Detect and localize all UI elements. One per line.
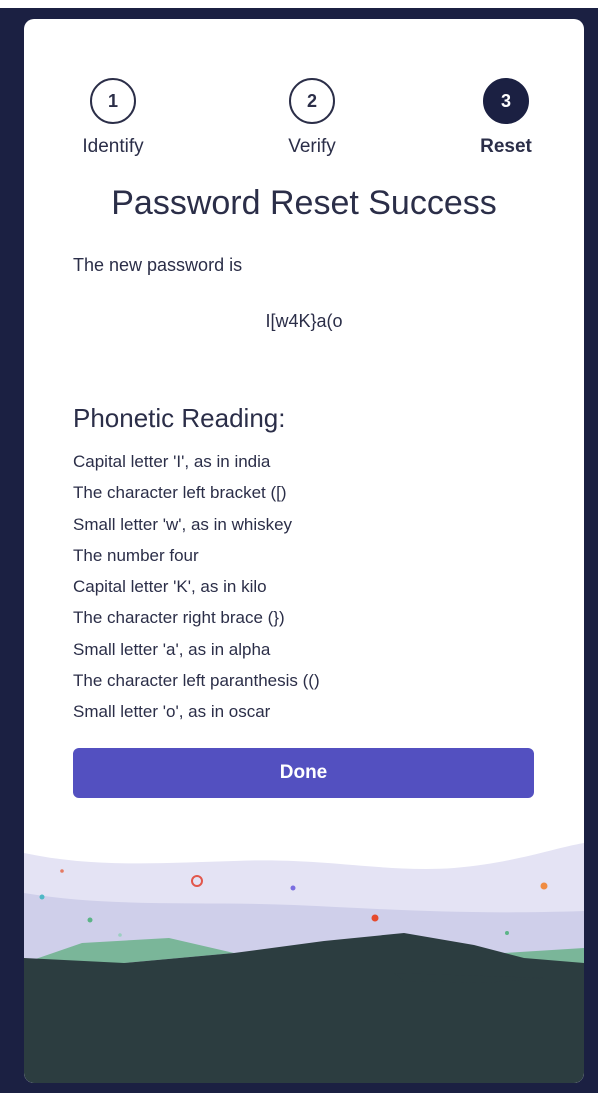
- decor-dot: [118, 933, 122, 937]
- phonetic-item: Small letter 'w', as in whiskey: [73, 514, 293, 534]
- decor-dot: [60, 869, 64, 873]
- reset-card: 1 Identify 2 Verify 3 Reset Password Res…: [24, 19, 584, 1083]
- phonetic-item: The number four: [73, 545, 199, 565]
- top-strip: [0, 0, 598, 8]
- step-label: Verify: [288, 136, 336, 157]
- phonetic-item: The character left bracket ([): [73, 483, 287, 503]
- step-reset: 3 Reset: [446, 78, 566, 158]
- step-verify: 2 Verify: [252, 78, 372, 158]
- phonetic-heading: Phonetic Reading:: [73, 403, 286, 433]
- progress-steps: 1 Identify 2 Verify 3 Reset: [24, 78, 584, 178]
- decor-dot: [290, 885, 296, 891]
- new-password: I[w4K}a(o: [265, 311, 343, 331]
- phonetic-item: The character left paranthesis ((): [73, 671, 320, 691]
- phonetic-list: Capital letter 'I', as in india The char…: [73, 446, 320, 728]
- decor-dot: [505, 931, 509, 935]
- step-number: 3: [483, 78, 529, 124]
- step-number: 1: [90, 78, 136, 124]
- done-button[interactable]: Done: [73, 748, 534, 798]
- phonetic-item: Small letter 'a', as in alpha: [73, 639, 271, 659]
- decor-dot: [540, 882, 548, 890]
- phonetic-item: The character right brace (}): [73, 608, 285, 628]
- decor-dot: [371, 914, 379, 922]
- app-frame: 1 Identify 2 Verify 3 Reset Password Res…: [0, 0, 598, 1093]
- decor-dot: [87, 917, 93, 923]
- step-identify: 1 Identify: [53, 78, 173, 158]
- phonetic-item: Capital letter 'K', as in kilo: [73, 577, 267, 597]
- landscape-illustration: [24, 843, 584, 1083]
- page-title: Password Reset Success: [111, 184, 497, 222]
- step-label: Identify: [82, 136, 144, 157]
- intro-text: The new password is: [73, 255, 243, 275]
- step-label: Reset: [480, 136, 532, 157]
- step-number: 2: [289, 78, 335, 124]
- phonetic-item: Small letter 'o', as in oscar: [73, 702, 271, 722]
- phonetic-item: Capital letter 'I', as in india: [73, 452, 271, 471]
- decor-dot: [39, 894, 45, 900]
